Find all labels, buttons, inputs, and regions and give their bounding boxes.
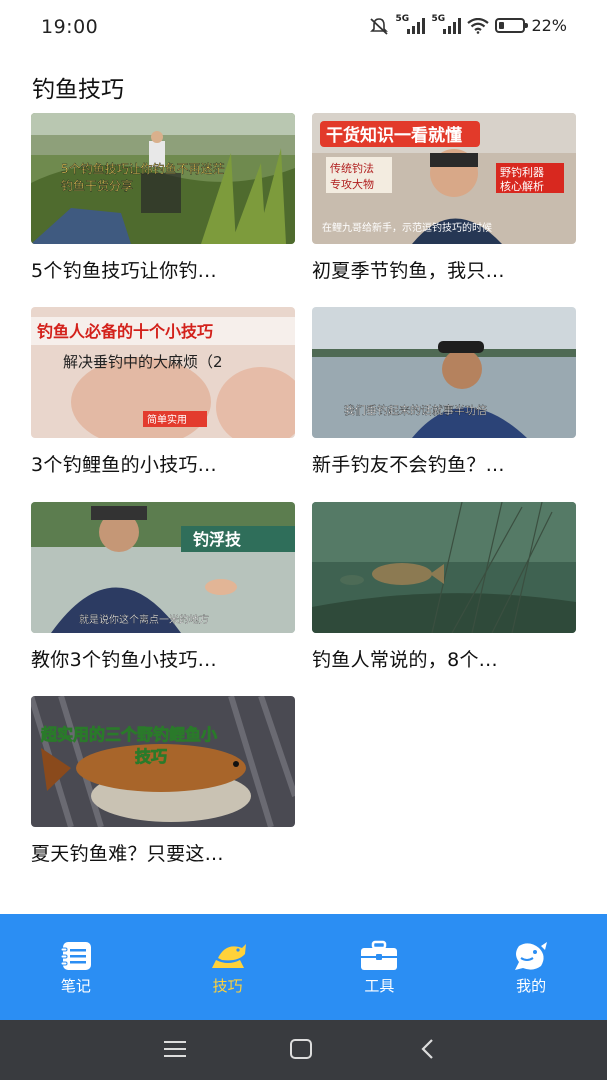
overlay-text: 解决垂钓中的大麻烦（2 [63, 353, 223, 371]
video-title[interactable]: 夏天钓鱼难？只要这... [31, 839, 295, 866]
thumbnail-image: 干货知识一看就懂 传统钓法 专攻大物 野钓利器 核心解析 在鲤九哥给新手，示范逗… [312, 113, 576, 244]
overlay-text: 就是说你这个离点一米的地方 [79, 613, 209, 626]
bottom-tab-bar: 笔记 技巧 工具 我的 [0, 914, 607, 1020]
status-time: 19:00 [41, 16, 99, 38]
profile-fish-icon [511, 939, 551, 973]
toolbox-icon [359, 939, 399, 973]
overlay-text: 传统钓法 [330, 161, 374, 175]
thumbnail-image: 我们垂钓起来的话就事半功倍 [312, 307, 576, 438]
video-thumbnail[interactable]: 我们垂钓起来的话就事半功倍 [312, 307, 576, 438]
video-card-2[interactable]: 干货知识一看就懂 传统钓法 专攻大物 野钓利器 核心解析 在鲤九哥给新手，示范逗… [312, 113, 576, 283]
tab-label: 笔记 [60, 977, 91, 995]
video-title[interactable]: 新手钓友不会钓鱼？... [312, 450, 576, 477]
mute-icon [370, 17, 389, 35]
overlay-text: 钓浮技 [193, 530, 242, 549]
tab-tips[interactable]: 技巧 [152, 914, 304, 1020]
battery-percent: 22% [531, 16, 567, 35]
video-title[interactable]: 5个钓鱼技巧让你钓... [31, 256, 295, 283]
tab-label: 工具 [364, 977, 395, 995]
tab-notes[interactable]: 笔记 [0, 914, 152, 1020]
overlay-text: 钓鱼干货分享 [61, 178, 133, 193]
video-thumbnail[interactable] [312, 502, 576, 633]
video-thumbnail[interactable]: 钓鱼人必备的十个小技巧 解决垂钓中的大麻烦（2 简单实用 [31, 307, 295, 438]
video-thumbnail[interactable]: 5个钓鱼技巧让你钓鱼不再迷茫 钓鱼干货分享 [31, 113, 295, 244]
video-thumbnail[interactable]: 超实用的三个野钓鲤鱼小 技巧 [31, 696, 295, 827]
signal-1-icon: 5G [395, 14, 426, 34]
tab-tools[interactable]: 工具 [304, 914, 456, 1020]
video-card-6[interactable]: 钓鱼人常说的，8个... [312, 502, 576, 672]
overlay-text: 核心解析 [500, 179, 544, 193]
thumbnail-image: 超实用的三个野钓鲤鱼小 技巧 [31, 696, 295, 827]
thumbnail-image: 5个钓鱼技巧让你钓鱼不再迷茫 钓鱼干货分享 [31, 113, 295, 244]
status-bar: 19:00 5G 5G 22% [0, 0, 607, 56]
overlay-text: 简单实用 [147, 413, 187, 426]
video-card-3[interactable]: 钓鱼人必备的十个小技巧 解决垂钓中的大麻烦（2 简单实用 3个钓鲤鱼的小技巧..… [31, 307, 295, 477]
thumbnail-image [312, 502, 576, 633]
video-card-7[interactable]: 超实用的三个野钓鲤鱼小 技巧 夏天钓鱼难？只要这... [31, 696, 295, 866]
thumbnail-image: 钓鱼人必备的十个小技巧 解决垂钓中的大麻烦（2 简单实用 [31, 307, 295, 438]
home-icon[interactable] [287, 1037, 315, 1061]
video-card-5[interactable]: 钓浮技 就是说你这个离点一米的地方 教你3个钓鱼小技巧... [31, 502, 295, 672]
menu-icon[interactable] [161, 1037, 189, 1061]
fish-icon [208, 939, 248, 973]
overlay-text: 我们垂钓起来的话就事半功倍 [344, 403, 487, 417]
tab-label: 我的 [516, 977, 547, 995]
video-thumbnail[interactable]: 钓浮技 就是说你这个离点一米的地方 [31, 502, 295, 633]
page-title: 钓鱼技巧 [32, 77, 124, 103]
overlay-text: 在鲤九哥给新手，示范逗钓技巧的时候 [322, 221, 492, 234]
overlay-text: 技巧 [135, 747, 167, 766]
tab-label: 技巧 [212, 977, 243, 995]
overlay-text: 5个钓鱼技巧让你钓鱼不再迷茫 [61, 162, 225, 176]
notebook-icon [56, 939, 96, 973]
wifi-icon [467, 17, 490, 34]
tab-profile[interactable]: 我的 [455, 914, 607, 1020]
video-title[interactable]: 教你3个钓鱼小技巧... [31, 645, 295, 672]
system-nav-bar [0, 1020, 607, 1080]
overlay-text: 野钓利器 [500, 165, 544, 179]
video-title[interactable]: 3个钓鲤鱼的小技巧... [31, 450, 295, 477]
overlay-text: 钓鱼人必备的十个小技巧 [37, 322, 213, 341]
status-icons: 5G 5G 22% [369, 14, 567, 35]
thumbnail-image: 钓浮技 就是说你这个离点一米的地方 [31, 502, 295, 633]
video-thumbnail[interactable]: 干货知识一看就懂 传统钓法 专攻大物 野钓利器 核心解析 在鲤九哥给新手，示范逗… [312, 113, 576, 244]
battery-icon [495, 18, 529, 33]
signal-2-icon: 5G [431, 14, 462, 34]
video-card-1[interactable]: 5个钓鱼技巧让你钓鱼不再迷茫 钓鱼干货分享 5个钓鱼技巧让你钓... [31, 113, 295, 283]
overlay-text: 干货知识一看就懂 [326, 125, 462, 146]
signal-1-tag: 5G [395, 13, 410, 24]
video-title[interactable]: 钓鱼人常说的，8个... [312, 645, 576, 672]
signal-2-tag: 5G [431, 13, 446, 24]
overlay-text: 专攻大物 [330, 177, 374, 191]
overlay-text: 超实用的三个野钓鲤鱼小 [40, 725, 217, 744]
video-title[interactable]: 初夏季节钓鱼，我只... [312, 256, 576, 283]
back-icon[interactable] [414, 1037, 442, 1061]
video-card-4[interactable]: 我们垂钓起来的话就事半功倍 新手钓友不会钓鱼？... [312, 307, 576, 477]
